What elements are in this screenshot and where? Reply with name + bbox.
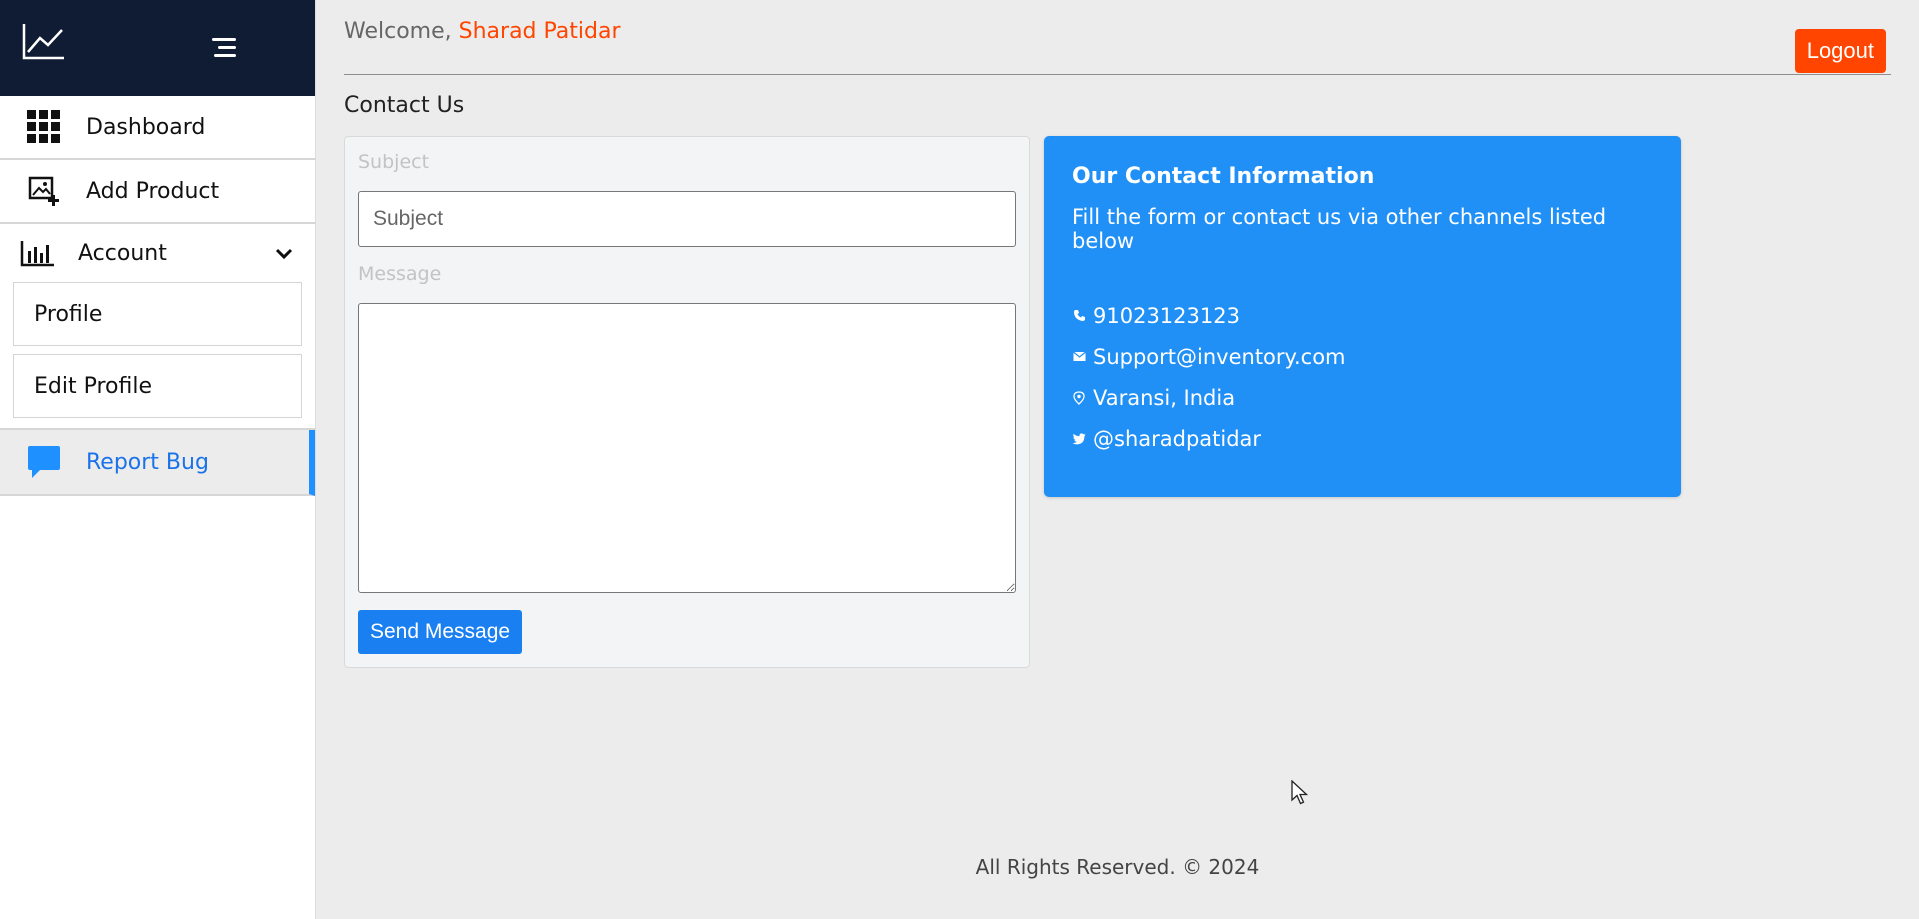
contact-twitter[interactable]: @sharadpatidar: [1093, 427, 1261, 451]
message-textarea[interactable]: [358, 303, 1016, 593]
contact-email-row: Support@inventory.com: [1072, 336, 1653, 377]
account-submenu: Profile Edit Profile: [0, 282, 315, 430]
welcome-label: Welcome,: [344, 18, 452, 44]
footer: All Rights Reserved. © 2024: [975, 855, 1260, 879]
contact-form: Subject Message Send Message: [344, 136, 1030, 668]
sidebar-item-dashboard[interactable]: Dashboard: [0, 96, 315, 160]
add-image-icon: [26, 173, 62, 209]
contact-phone-row: 91023123123: [1072, 295, 1653, 336]
mail-icon: [1072, 350, 1086, 364]
contact-location-row: Varansi, India: [1072, 377, 1653, 418]
phone-icon: [1072, 309, 1086, 323]
chevron-down-icon[interactable]: [273, 242, 295, 264]
bar-chart-icon: [20, 235, 56, 271]
sidebar-header: [0, 0, 315, 96]
user-name: Sharad Patidar: [458, 18, 621, 44]
sidebar-item-add-product[interactable]: Add Product: [0, 160, 315, 224]
menu-icon[interactable]: [210, 34, 238, 60]
message-label: Message: [358, 263, 442, 285]
sidebar-item-report-bug[interactable]: Report Bug: [0, 430, 315, 496]
location-pin-icon: [1072, 390, 1086, 405]
twitter-icon: [1072, 432, 1086, 446]
sidebar-item-label: Add Product: [86, 178, 220, 204]
sidebar-item-account[interactable]: Account: [0, 224, 315, 282]
contact-location: Varansi, India: [1093, 385, 1236, 410]
contact-info-card: Our Contact Information Fill the form or…: [1044, 136, 1681, 497]
grid-icon: [26, 109, 62, 145]
chat-bubble-icon: [26, 444, 62, 480]
contact-info-title: Our Contact Information: [1072, 164, 1375, 189]
sidebar-item-label: Dashboard: [86, 114, 206, 140]
contact-content: Subject Message Send Message Our Contact…: [344, 136, 1891, 668]
logout-button[interactable]: Logout: [1794, 29, 1886, 73]
sidebar: Dashboard Add Product Account Profile Ed…: [0, 0, 316, 919]
sidebar-item-label: Account: [78, 240, 167, 266]
send-message-button[interactable]: Send Message: [358, 610, 523, 654]
page-title: Contact Us: [344, 93, 465, 118]
sidebar-item-edit-profile[interactable]: Edit Profile: [13, 354, 302, 418]
main-content: Welcome, Sharad Patidar Logout Contact U…: [316, 0, 1919, 919]
contact-phone[interactable]: 91023123123: [1093, 304, 1240, 328]
topbar: Welcome, Sharad Patidar Logout: [344, 0, 1891, 75]
contact-twitter-row: @sharadpatidar: [1072, 418, 1653, 459]
subject-input[interactable]: [358, 191, 1016, 247]
subject-label: Subject: [358, 151, 430, 173]
sidebar-item-label: Report Bug: [86, 449, 209, 475]
sidebar-item-profile[interactable]: Profile: [13, 282, 302, 346]
line-chart-icon[interactable]: [22, 22, 66, 60]
welcome-message: Welcome, Sharad Patidar: [344, 19, 621, 44]
contact-info-subtitle: Fill the form or contact us via other ch…: [1072, 205, 1607, 253]
contact-email[interactable]: Support@inventory.com: [1093, 345, 1346, 369]
mouse-cursor-icon: [1291, 780, 1309, 805]
app: Dashboard Add Product Account Profile Ed…: [0, 0, 1919, 919]
